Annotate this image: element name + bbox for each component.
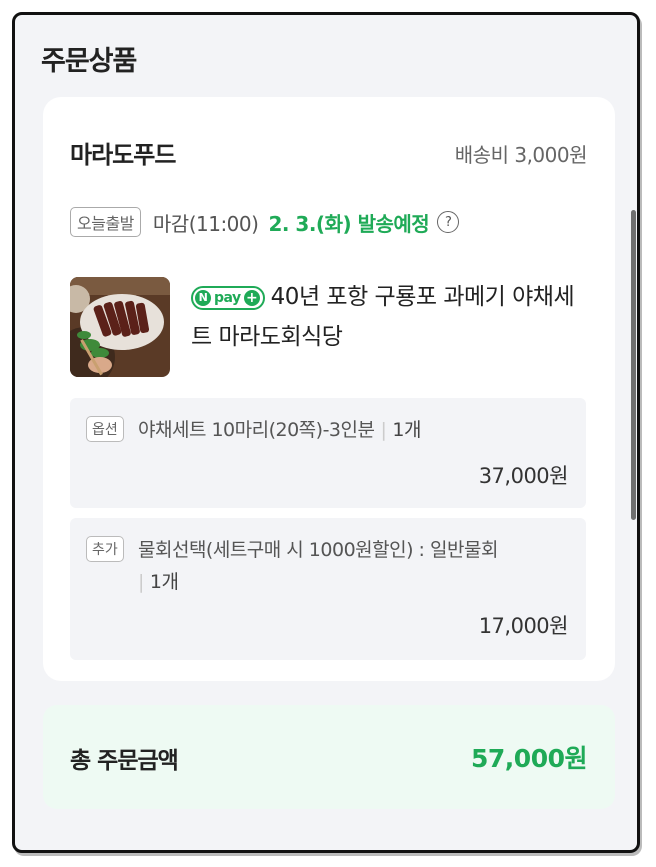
option-text-wrap: 야채세트 10마리(20쪽)-3인분 | 1개: [138, 414, 568, 446]
shipping-info: 오늘출발 마감(11:00) 2. 3.(화) 발송예정 ?: [70, 207, 460, 237]
addon-price: 17,000원: [478, 614, 569, 638]
section-title: 주문상품: [41, 46, 137, 77]
option-price: 37,000원: [478, 464, 569, 488]
deadline-text: 마감(11:00): [152, 211, 259, 236]
addon-row: 추가 물회선택(세트구매 시 1000원할인) : 일반물회 | 1개 17,000…: [70, 518, 586, 660]
question-circle-icon[interactable]: ?: [437, 211, 460, 233]
total-value: 57,000원: [471, 744, 587, 773]
seller-name: 마라도푸드: [70, 141, 176, 169]
total-box: 총 주문금액 57,000원: [43, 705, 615, 809]
order-products-panel: 주문상품 마라도푸드 배송비 3,000원 오늘출발 마감(11:00) 2. …: [12, 12, 640, 853]
ship-date: 2. 3.(화) 발송예정: [268, 211, 430, 236]
shipping-fee: 배송비 3,000원: [454, 143, 588, 167]
plus-icon: +: [243, 290, 260, 306]
product-thumbnail[interactable]: [70, 277, 170, 377]
divider: |: [138, 571, 144, 593]
today-ship-badge: 오늘출발: [70, 207, 141, 237]
option-tag: 옵션: [86, 416, 124, 442]
option-row: 옵션 야채세트 10마리(20쪽)-3인분 | 1개 37,000원: [70, 398, 586, 508]
scrollbar[interactable]: [631, 210, 636, 520]
npay-plus-badge: N pay +: [191, 286, 265, 310]
option-qty: 1개: [392, 419, 421, 441]
addon-text: 물회선택(세트구매 시 1000원할인) : 일반물회: [138, 539, 498, 561]
addon-qty: 1개: [149, 571, 179, 593]
total-label: 총 주문금액: [70, 748, 179, 774]
divider: |: [380, 419, 387, 441]
addon-tag: 추가: [86, 536, 124, 562]
order-card: 마라도푸드 배송비 3,000원 오늘출발 마감(11:00) 2. 3.(화)…: [43, 97, 615, 681]
option-text: 야채세트 10마리(20쪽)-3인분: [138, 419, 375, 441]
npay-n-icon: N: [195, 290, 211, 306]
product-name-block[interactable]: N pay + 40년 포항 구룡포 과메기 야채세트 마라도회식당: [191, 277, 591, 357]
npay-pay-text: pay: [214, 290, 241, 306]
addon-text-wrap: 물회선택(세트구매 시 1000원할인) : 일반물회 | 1개: [138, 534, 568, 598]
